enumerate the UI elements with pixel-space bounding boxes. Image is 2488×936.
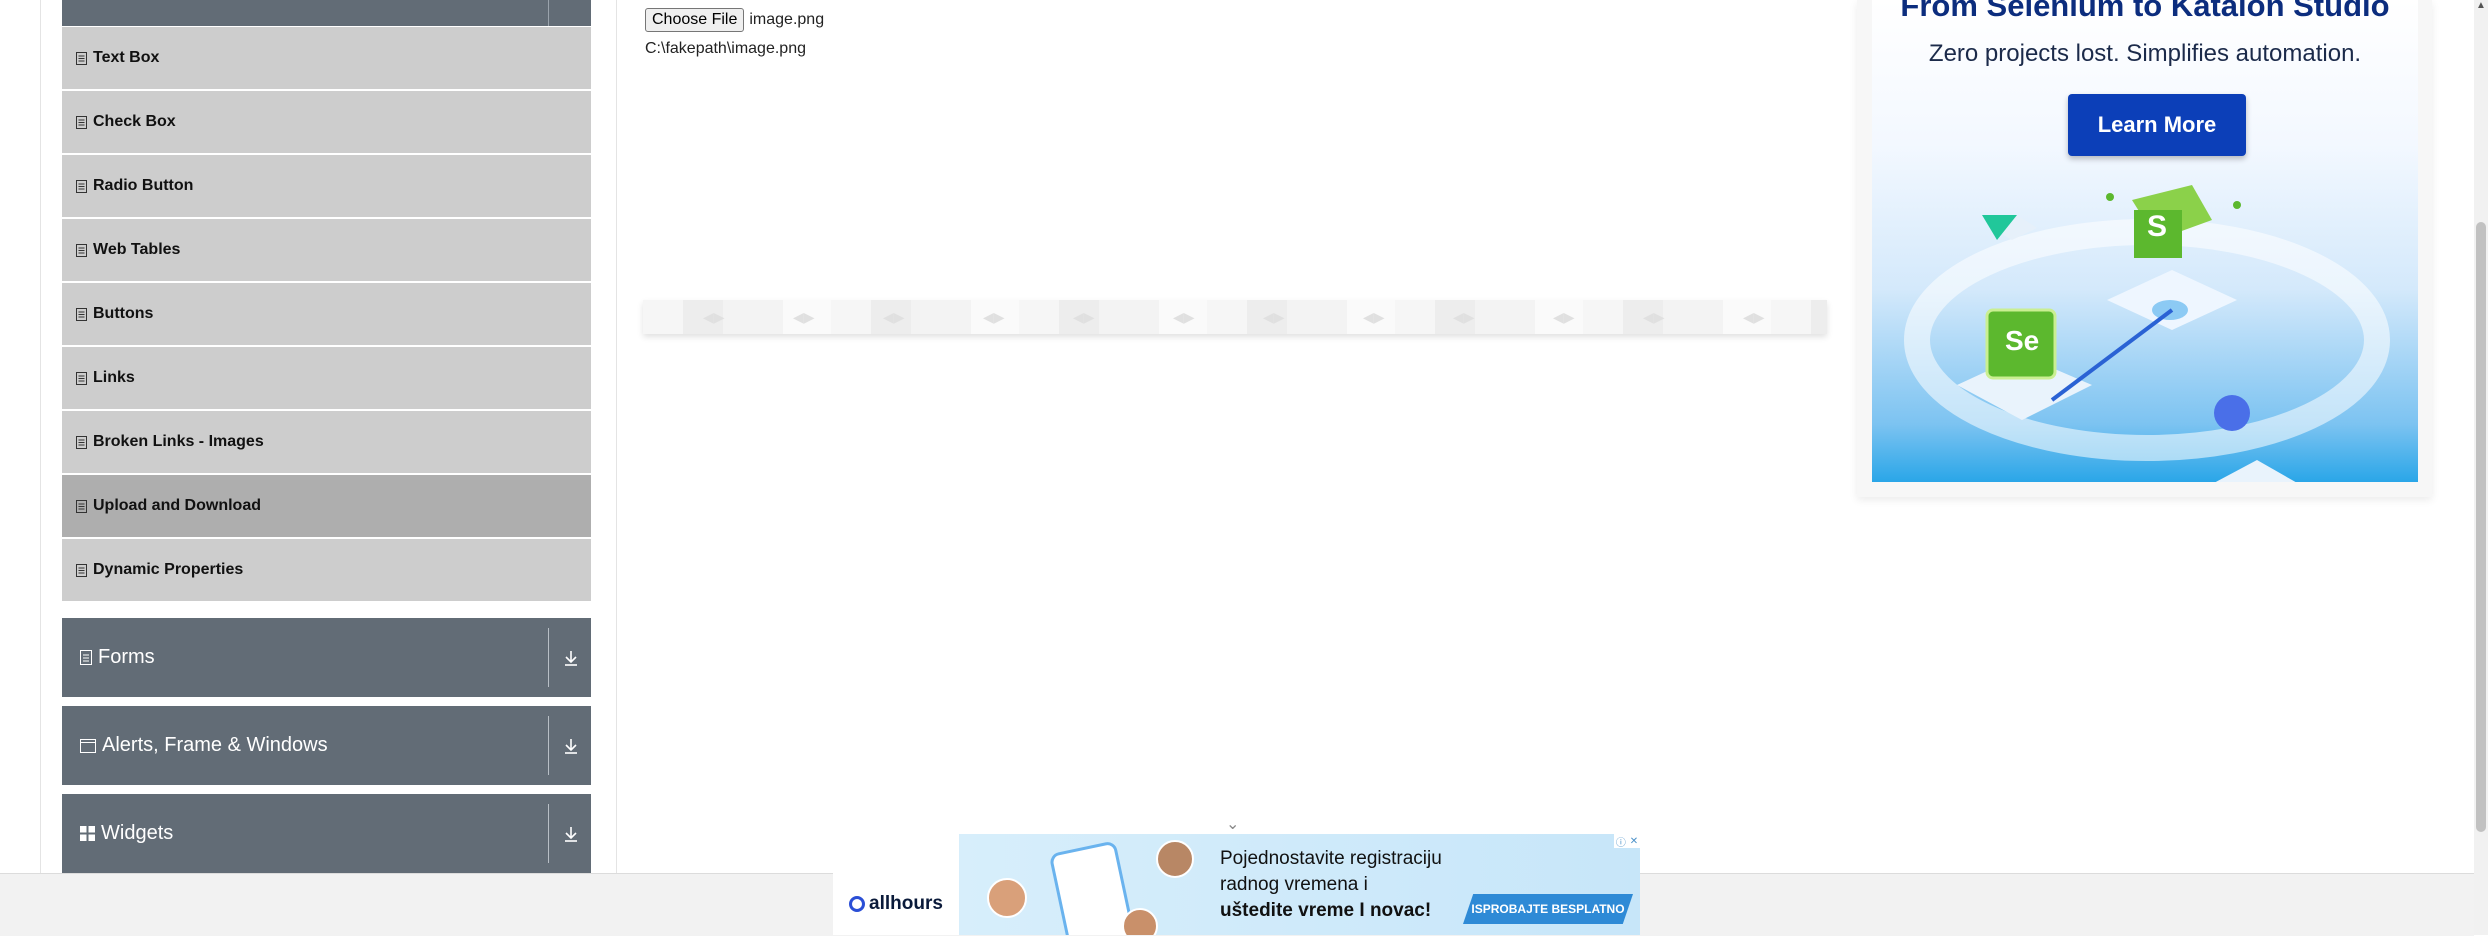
ad-text-line-2: radnog vremena i bbox=[1220, 874, 1368, 895]
file-upload-row: Choose File image.png bbox=[645, 8, 824, 32]
bottom-ad-banner[interactable]: Pojednostavite registraciju radnog vreme… bbox=[959, 834, 1640, 935]
ad-placeholder-strip: ◀▶ ◀▶ ◀▶ ◀▶ ◀▶ ◀▶ ◀▶ ◀▶ ◀▶ ◀▶ ◀▶ ◀▶ bbox=[643, 300, 1827, 334]
arrow-pattern-icon: ◀▶ bbox=[883, 309, 905, 325]
sidebar-menu: Text Box Check Box Radio Button Web Tabl… bbox=[62, 27, 591, 603]
download-icon[interactable] bbox=[561, 824, 581, 844]
elements-group-header[interactable] bbox=[62, 0, 591, 26]
list-item-icon bbox=[76, 243, 87, 257]
platform-illustration bbox=[1904, 185, 2390, 482]
group-alerts-frame-windows[interactable]: Alerts, Frame & Windows bbox=[62, 706, 591, 785]
sidebar-item-buttons[interactable]: Buttons bbox=[62, 283, 591, 345]
arrow-pattern-icon: ◀▶ bbox=[793, 309, 815, 325]
allhours-logo: allhours bbox=[849, 893, 943, 915]
arrow-pattern-icon: ◀▶ bbox=[1643, 309, 1665, 325]
uploaded-file-path: C:\fakepath\image.png bbox=[645, 40, 806, 57]
arrow-pattern-icon: ◀▶ bbox=[1363, 309, 1385, 325]
try-free-button[interactable]: ISPROBAJTE BESPLATNO bbox=[1463, 894, 1633, 924]
group-label: Widgets bbox=[101, 822, 174, 844]
katalon-logo-label: S bbox=[2147, 210, 2168, 243]
sidebar-item-label: Broken Links - Images bbox=[93, 433, 264, 450]
sidebar-item-label: Text Box bbox=[93, 49, 160, 66]
ad-subtitle: Zero projects lost. Simplifies automatio… bbox=[1928, 40, 2362, 67]
group-divider bbox=[548, 628, 549, 687]
group-label: Forms bbox=[98, 646, 155, 668]
ad-title: From Selenium to Katalon Studio bbox=[1900, 0, 2390, 23]
document-icon bbox=[80, 650, 92, 665]
person-avatar bbox=[1156, 840, 1194, 878]
group-divider bbox=[548, 804, 549, 863]
sidebar-item-broken-links[interactable]: Broken Links - Images bbox=[62, 411, 591, 473]
ad-text-line-1: Pojednostavite registraciju bbox=[1220, 848, 1442, 869]
allhours-logo-text: allhours bbox=[869, 892, 943, 914]
sidebar-item-label: Buttons bbox=[93, 305, 154, 322]
sidebar-item-check-box[interactable]: Check Box bbox=[62, 91, 591, 153]
choose-file-button[interactable]: Choose File bbox=[645, 8, 745, 32]
list-item-icon bbox=[76, 435, 87, 449]
ad-choices-close[interactable]: ⓘ ✕ bbox=[1614, 834, 1640, 849]
list-item-icon bbox=[76, 499, 87, 513]
sidebar-item-label: Radio Button bbox=[93, 177, 194, 194]
ad-text-line-3: uštedite vreme I novac! bbox=[1220, 900, 1432, 921]
bottom-ad-logo-area: allhours bbox=[833, 872, 959, 935]
sidebar-item-label: Web Tables bbox=[93, 241, 181, 258]
collapse-ad-chevron-icon[interactable]: ⌄ bbox=[1226, 814, 1239, 834]
scroll-up-arrow-icon[interactable]: ▲ bbox=[2476, 0, 2486, 11]
sidebar-item-dynamic-properties[interactable]: Dynamic Properties bbox=[62, 539, 591, 601]
katalon-ad[interactable]: From Selenium to Katalon Studio Zero pro… bbox=[1872, 0, 2418, 482]
list-item-icon bbox=[76, 115, 87, 129]
group-label: Alerts, Frame & Windows bbox=[102, 734, 328, 756]
list-item-icon bbox=[76, 371, 87, 385]
sidebar-item-label: Links bbox=[93, 369, 135, 386]
arrow-pattern-icon: ◀▶ bbox=[703, 309, 725, 325]
selected-file-name: image.png bbox=[749, 11, 825, 28]
sidebar-item-label: Dynamic Properties bbox=[93, 561, 244, 578]
allhours-logo-icon bbox=[849, 895, 866, 912]
group-divider bbox=[548, 716, 549, 775]
group-forms[interactable]: Forms bbox=[62, 618, 591, 697]
group-header-divider bbox=[548, 0, 549, 26]
group-widgets[interactable]: Widgets bbox=[62, 794, 591, 873]
sidebar-item-radio-button[interactable]: Radio Button bbox=[62, 155, 591, 217]
close-icon[interactable]: ✕ bbox=[1630, 836, 1638, 847]
download-icon[interactable] bbox=[561, 736, 581, 756]
arrow-pattern-icon: ◀▶ bbox=[1263, 309, 1285, 325]
sidebar-item-label: Check Box bbox=[93, 113, 176, 130]
list-item-icon bbox=[76, 307, 87, 321]
arrow-pattern-icon: ◀▶ bbox=[1553, 309, 1575, 325]
scrollbar-thumb[interactable] bbox=[2476, 222, 2486, 832]
arrow-pattern-icon: ◀▶ bbox=[1743, 309, 1765, 325]
sidebar-item-web-tables[interactable]: Web Tables bbox=[62, 219, 591, 281]
grid-icon bbox=[80, 826, 95, 841]
ad-info-icon[interactable]: ⓘ bbox=[1616, 834, 1626, 849]
arrow-pattern-icon: ◀▶ bbox=[1173, 309, 1195, 325]
list-item-icon bbox=[76, 563, 87, 577]
sidebar-item-upload-and-download[interactable]: Upload and Download bbox=[62, 475, 591, 537]
learn-more-button[interactable]: Learn More bbox=[2068, 94, 2246, 156]
list-item-icon bbox=[76, 51, 87, 65]
arrow-pattern-icon: ◀▶ bbox=[983, 309, 1005, 325]
list-item-icon bbox=[76, 179, 87, 193]
sidebar-item-links[interactable]: Links bbox=[62, 347, 591, 409]
arrow-pattern-icon: ◀▶ bbox=[1073, 309, 1095, 325]
download-icon[interactable] bbox=[561, 648, 581, 668]
person-avatar bbox=[1122, 908, 1158, 935]
sidebar-item-text-box[interactable]: Text Box bbox=[62, 27, 591, 89]
selenium-logo-label: Se bbox=[2005, 325, 2040, 356]
person-avatar bbox=[987, 878, 1027, 918]
window-icon bbox=[80, 738, 96, 753]
sidebar-item-label: Upload and Download bbox=[93, 497, 261, 514]
arrow-pattern-icon: ◀▶ bbox=[1453, 309, 1475, 325]
